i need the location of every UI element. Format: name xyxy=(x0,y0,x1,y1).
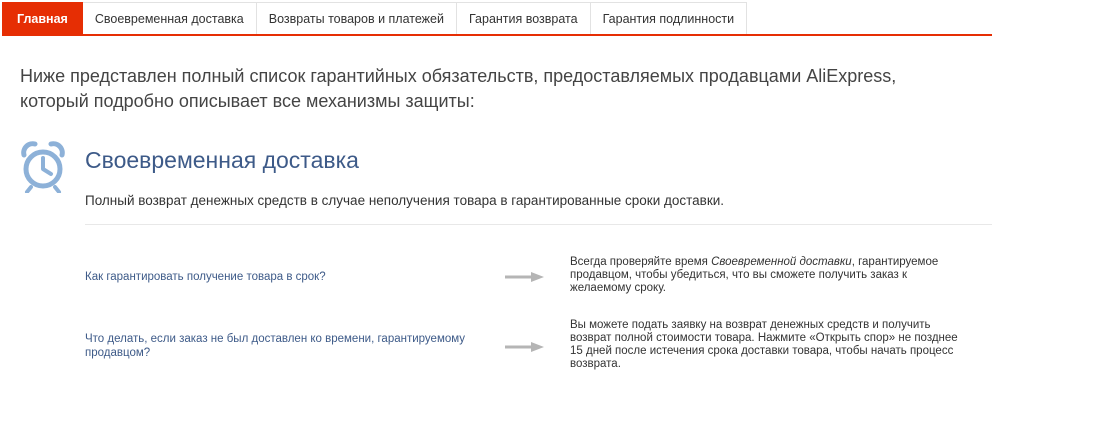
tab-returns[interactable]: Возвраты товаров и платежей xyxy=(256,2,457,34)
guarantee-tabs: Главная Своевременная доставка Возвраты … xyxy=(2,2,992,36)
arrow-right-icon xyxy=(505,272,544,282)
section-title: Своевременная доставка xyxy=(85,147,359,173)
faq-answer-text: Вы можете подать заявку на возврат денеж… xyxy=(570,319,958,370)
faq-question-link[interactable]: Что делать, если заказ не был доставлен … xyxy=(85,332,495,360)
tab-home[interactable]: Главная xyxy=(2,2,83,34)
faq-answer-emphasis: Своевременной доставки xyxy=(711,256,852,268)
intro-line-2: который подробно описывает все механизмы… xyxy=(20,91,475,111)
tab-on-time-delivery[interactable]: Своевременная доставка xyxy=(82,2,257,34)
section-description: Полный возврат денежных средств в случае… xyxy=(85,193,725,208)
section-divider xyxy=(85,224,992,225)
faq-answer: Всегда проверяйте время Своевременной до… xyxy=(570,256,970,295)
alarm-clock-icon xyxy=(21,141,65,193)
intro-line-1: Ниже представлен полный список гарантийн… xyxy=(20,66,897,86)
arrow-right-icon xyxy=(505,342,544,352)
tab-refund-guarantee[interactable]: Гарантия возврата xyxy=(456,2,591,34)
faq-answer: Вы можете подать заявку на возврат денеж… xyxy=(570,319,970,371)
tab-authenticity-guarantee[interactable]: Гарантия подлинности xyxy=(590,2,748,34)
intro-text: Ниже представлен полный список гарантийн… xyxy=(20,64,980,114)
faq-answer-text: Всегда проверяйте время xyxy=(570,256,712,268)
faq-question-link[interactable]: Как гарантировать получение товара в сро… xyxy=(85,270,495,284)
